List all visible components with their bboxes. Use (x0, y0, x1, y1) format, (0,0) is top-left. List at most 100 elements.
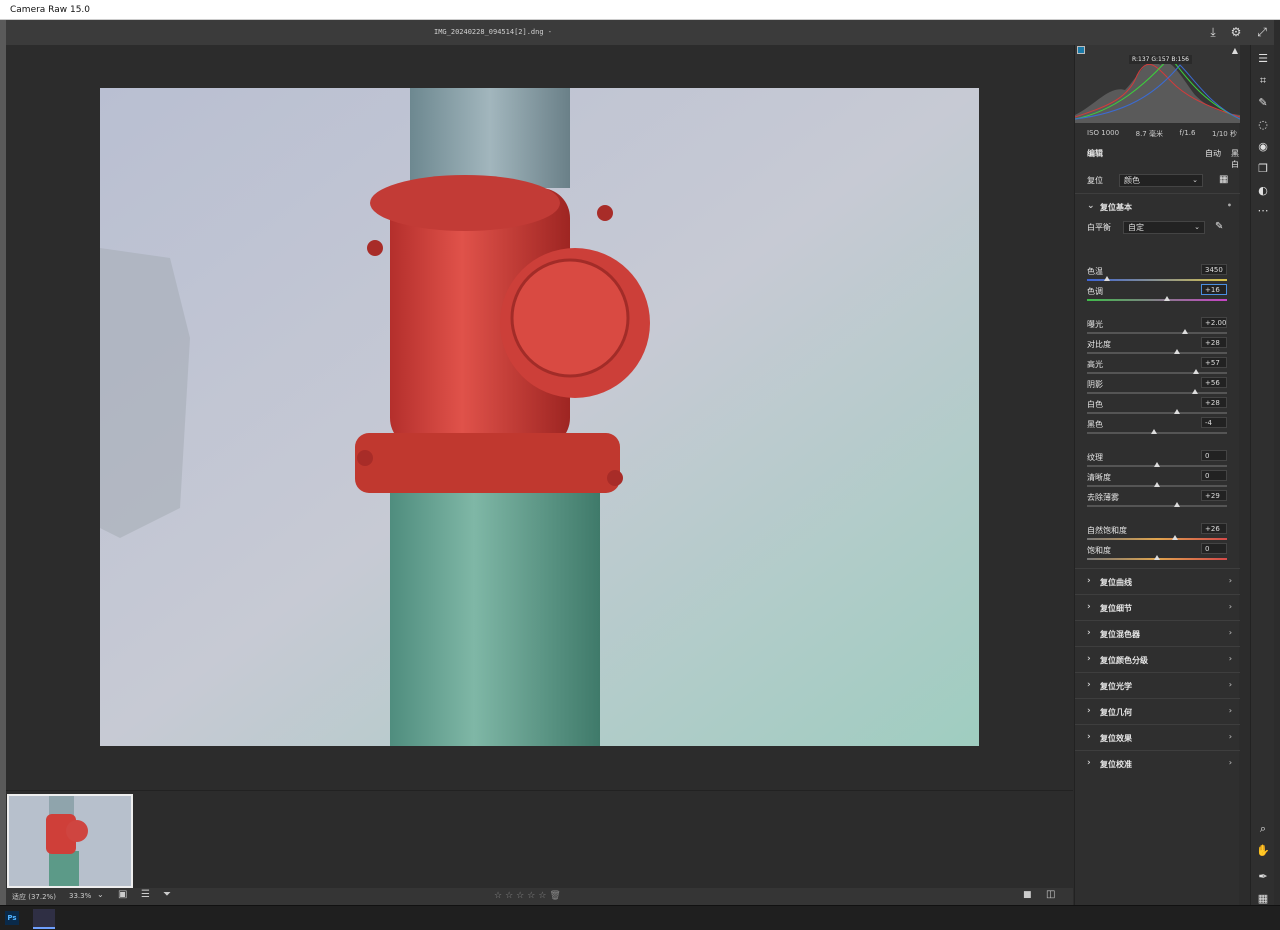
star-icon[interactable]: ☆ (494, 891, 502, 901)
more-icon[interactable]: › (1229, 654, 1232, 663)
gear-icon[interactable]: ⚙ (1228, 24, 1244, 40)
more-icon[interactable]: › (1229, 576, 1232, 585)
star-icon[interactable]: ☆ (527, 891, 535, 901)
slider-thumb[interactable] (1163, 296, 1170, 301)
color-sampler-icon[interactable]: ✒ (1255, 869, 1271, 885)
filmstrip-thumbnail[interactable] (7, 794, 133, 888)
chevron-right-icon: › (1087, 758, 1091, 768)
healing-brush-icon[interactable]: ✎ (1255, 95, 1271, 111)
more-icon[interactable]: • (1227, 201, 1232, 210)
more-icon[interactable]: › (1229, 706, 1232, 715)
section-header[interactable]: › 复位混色器 › (1075, 620, 1240, 646)
slider-label: 高光 (1087, 360, 1103, 369)
slider-thumb[interactable] (1193, 369, 1200, 374)
highlight-clipping-icon[interactable]: ▲ (1232, 46, 1238, 55)
section-header[interactable]: › 复位光学 › (1075, 672, 1240, 698)
trash-icon[interactable]: 🗑 (549, 891, 560, 901)
section-header[interactable]: › 复位校准 › (1075, 750, 1240, 776)
edit-panel: R:137 G:157 B:156 ▲ ISO 1000 8.7 毫米 f/1.… (1074, 45, 1240, 905)
edit-sliders-icon[interactable]: ☰ (1255, 51, 1271, 67)
section-header[interactable]: › 复位效果 › (1075, 724, 1240, 750)
slider-thumb[interactable] (1191, 389, 1198, 394)
star-icon[interactable]: ☆ (505, 891, 513, 901)
slider-track[interactable] (1087, 299, 1227, 301)
slider-value-input[interactable]: 0 (1201, 470, 1227, 481)
shadow-clipping-icon[interactable] (1077, 46, 1085, 54)
section-header[interactable]: › 复位细节 › (1075, 594, 1240, 620)
slider-value-input[interactable]: 0 (1201, 450, 1227, 461)
basic-section-header[interactable]: ⌄ 复位基本 • (1075, 193, 1240, 219)
slider-value-input[interactable]: +16 (1201, 284, 1227, 295)
fullscreen-icon[interactable]: ⤢ (1254, 24, 1270, 40)
camera-raw-taskbar-button[interactable] (33, 909, 55, 929)
star-icon[interactable]: ☆ (538, 891, 546, 901)
slider-track[interactable] (1087, 332, 1227, 334)
rating-stars[interactable]: ☆ ☆ ☆ ☆ ☆ 🗑 (494, 891, 564, 901)
sort-icon[interactable]: ☰ (141, 889, 150, 900)
eyedropper-icon[interactable]: ✎ (1215, 221, 1223, 232)
slider-value-input[interactable]: -4 (1201, 417, 1227, 428)
zoom-value[interactable]: 33.3% (69, 892, 91, 900)
section-header[interactable]: › 复位几何 › (1075, 698, 1240, 724)
star-icon[interactable]: ☆ (516, 891, 524, 901)
zoom-dropdown-icon[interactable]: ⌄ (97, 890, 104, 899)
slider-thumb[interactable] (1172, 535, 1179, 540)
single-view-icon[interactable]: ■ (1023, 890, 1032, 900)
section-header[interactable]: › 复位颜色分级 › (1075, 646, 1240, 672)
photoshop-taskbar-button[interactable]: Ps (5, 911, 19, 925)
filter-icon[interactable]: ⏷ (163, 889, 171, 900)
slider-track[interactable] (1087, 538, 1227, 540)
auto-button[interactable]: 自动 (1205, 148, 1221, 159)
red-eye-icon[interactable]: ◉ (1255, 139, 1271, 155)
slider-value-input[interactable]: +29 (1201, 490, 1227, 501)
more-icon[interactable]: › (1229, 628, 1232, 637)
zoom-fit-label[interactable]: 适应 (37.2%) (12, 892, 56, 902)
slider-value-input[interactable]: +28 (1201, 337, 1227, 348)
slider-thumb[interactable] (1154, 555, 1160, 560)
slider-track[interactable] (1087, 392, 1227, 394)
slider-thumb[interactable] (1151, 429, 1158, 434)
image-canvas[interactable] (6, 45, 1073, 790)
bw-button[interactable]: 黑白 (1231, 148, 1239, 170)
slider-thumb[interactable] (1173, 409, 1180, 414)
presets-icon[interactable]: ◐ (1255, 183, 1271, 199)
slider-row: 清晰度 0 (1087, 470, 1227, 492)
profile-browser-icon[interactable]: ▦ (1219, 174, 1228, 185)
slider-thumb[interactable] (1154, 462, 1160, 467)
section-header[interactable]: › 复位曲线 › (1075, 568, 1240, 594)
slider-value-input[interactable]: +28 (1201, 397, 1227, 408)
slider-value-input[interactable]: 3450 (1201, 264, 1227, 275)
mask-icon[interactable]: ◌ (1255, 117, 1271, 133)
profile-dropdown[interactable]: 颜色 ⌄ (1119, 174, 1203, 187)
slider-value-input[interactable]: +26 (1201, 523, 1227, 534)
slider-value-input[interactable]: +2.00 (1201, 317, 1227, 328)
save-icon[interactable]: ⤓ (1205, 24, 1221, 40)
slider-thumb[interactable] (1154, 482, 1160, 487)
more-icon[interactable]: › (1229, 602, 1232, 611)
more-options-icon[interactable]: ⋯ (1255, 203, 1271, 219)
slider-track[interactable] (1087, 505, 1227, 507)
white-balance-dropdown[interactable]: 自定 ⌄ (1123, 221, 1205, 234)
section-title: 复位光学 (1100, 682, 1132, 691)
slider-track[interactable] (1087, 412, 1227, 414)
crop-icon[interactable]: ⌗ (1255, 73, 1271, 89)
zoom-icon[interactable]: ⌕ (1255, 821, 1271, 837)
hand-icon[interactable]: ✋ (1255, 843, 1271, 859)
slider-track[interactable] (1087, 352, 1227, 354)
slider-thumb[interactable] (1173, 502, 1180, 507)
snapshots-icon[interactable]: ❐ (1255, 161, 1271, 177)
more-icon[interactable]: › (1229, 758, 1232, 767)
slider-thumb[interactable] (1103, 276, 1110, 281)
slider-value-input[interactable]: +56 (1201, 377, 1227, 388)
before-after-icon[interactable]: ◫ (1046, 889, 1055, 900)
slider-value-input[interactable]: +57 (1201, 357, 1227, 368)
slider-label: 阴影 (1087, 380, 1103, 389)
slider-thumb[interactable] (1182, 329, 1188, 334)
photo-preview[interactable] (100, 88, 979, 746)
slider-track[interactable] (1087, 372, 1227, 374)
more-icon[interactable]: › (1229, 680, 1232, 689)
compare-view-icon[interactable]: ▣ (118, 889, 127, 900)
slider-thumb[interactable] (1173, 349, 1180, 354)
more-icon[interactable]: › (1229, 732, 1232, 741)
slider-value-input[interactable]: 0 (1201, 543, 1227, 554)
